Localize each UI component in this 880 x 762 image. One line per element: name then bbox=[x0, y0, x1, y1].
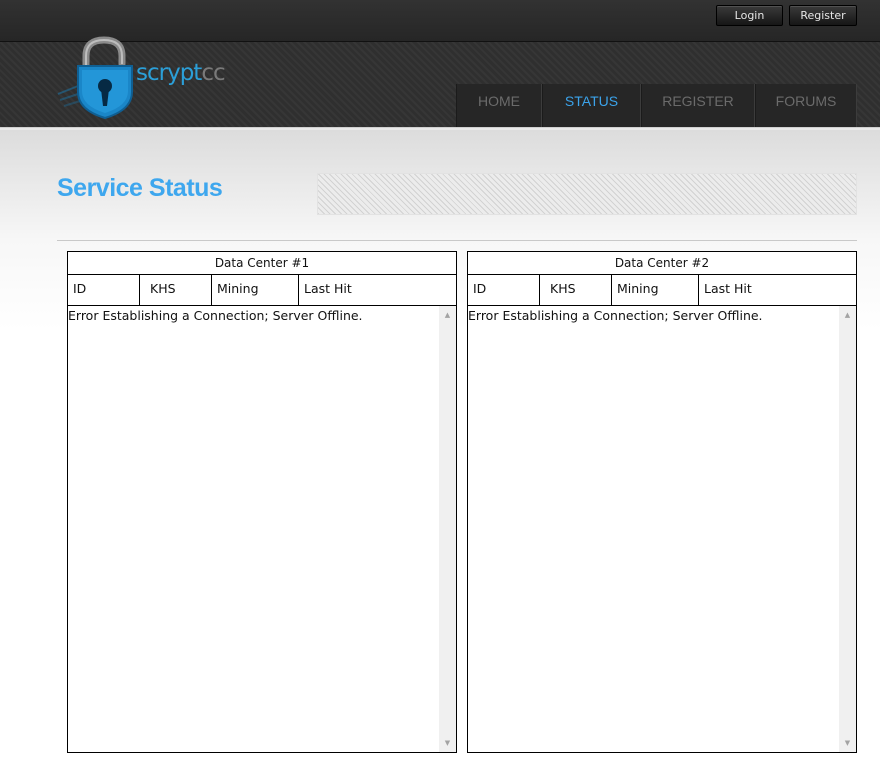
column-header-id: ID bbox=[68, 275, 140, 305]
column-header-khs: KHS bbox=[540, 275, 612, 305]
title-divider bbox=[57, 240, 857, 241]
login-button[interactable]: Login bbox=[716, 5, 783, 26]
panel-title: Data Center #1 bbox=[68, 252, 456, 275]
panel-body: Error Establishing a Connection; Server … bbox=[68, 306, 456, 752]
column-header-mining: Mining bbox=[212, 275, 299, 305]
column-header-last-hit: Last Hit bbox=[704, 281, 752, 296]
logo-wordmark: scryptcc bbox=[136, 60, 226, 86]
panel-body: Error Establishing a Connection; Server … bbox=[468, 306, 856, 752]
scroll-up-arrow-icon[interactable]: ▲ bbox=[439, 308, 456, 322]
column-header-mining: Mining bbox=[612, 275, 699, 305]
data-center-panel-1: Data Center #1 ID KHS Mining Last Hit Er… bbox=[67, 251, 457, 753]
column-header-id: ID bbox=[468, 275, 540, 305]
main-nav: HOME STATUS REGISTER FORUMS bbox=[456, 84, 857, 127]
scroll-up-arrow-icon[interactable]: ▲ bbox=[839, 308, 856, 322]
page-title: Service Status bbox=[57, 174, 223, 202]
logo-text-cc: cc bbox=[201, 60, 225, 86]
column-header-row: ID KHS Mining Last Hit bbox=[68, 275, 456, 306]
scroll-down-arrow-icon[interactable]: ▼ bbox=[839, 736, 856, 750]
scrollbar[interactable]: ▲ ▼ bbox=[839, 306, 856, 752]
column-header-row: ID KHS Mining Last Hit bbox=[468, 275, 856, 306]
data-center-panel-2: Data Center #2 ID KHS Mining Last Hit Er… bbox=[467, 251, 857, 753]
column-header-khs: KHS bbox=[140, 275, 212, 305]
nav-item-register[interactable]: REGISTER bbox=[641, 84, 755, 127]
padlock-keyhole-icon bbox=[57, 36, 133, 120]
panel-title: Data Center #2 bbox=[468, 252, 856, 275]
scrollbar[interactable]: ▲ ▼ bbox=[439, 306, 456, 752]
status-message: Error Establishing a Connection; Server … bbox=[468, 308, 763, 323]
logo-text-scrypt: scrypt bbox=[136, 60, 202, 86]
column-header-last-hit: Last Hit bbox=[304, 281, 352, 296]
title-hatch-decoration bbox=[317, 173, 857, 215]
scroll-down-arrow-icon[interactable]: ▼ bbox=[439, 736, 456, 750]
register-button[interactable]: Register bbox=[789, 5, 857, 26]
nav-item-home[interactable]: HOME bbox=[456, 84, 542, 127]
status-message: Error Establishing a Connection; Server … bbox=[68, 308, 363, 323]
nav-item-forums[interactable]: FORUMS bbox=[755, 84, 857, 127]
nav-item-status[interactable]: STATUS bbox=[542, 84, 641, 127]
site-logo[interactable]: scryptcc bbox=[56, 34, 236, 120]
